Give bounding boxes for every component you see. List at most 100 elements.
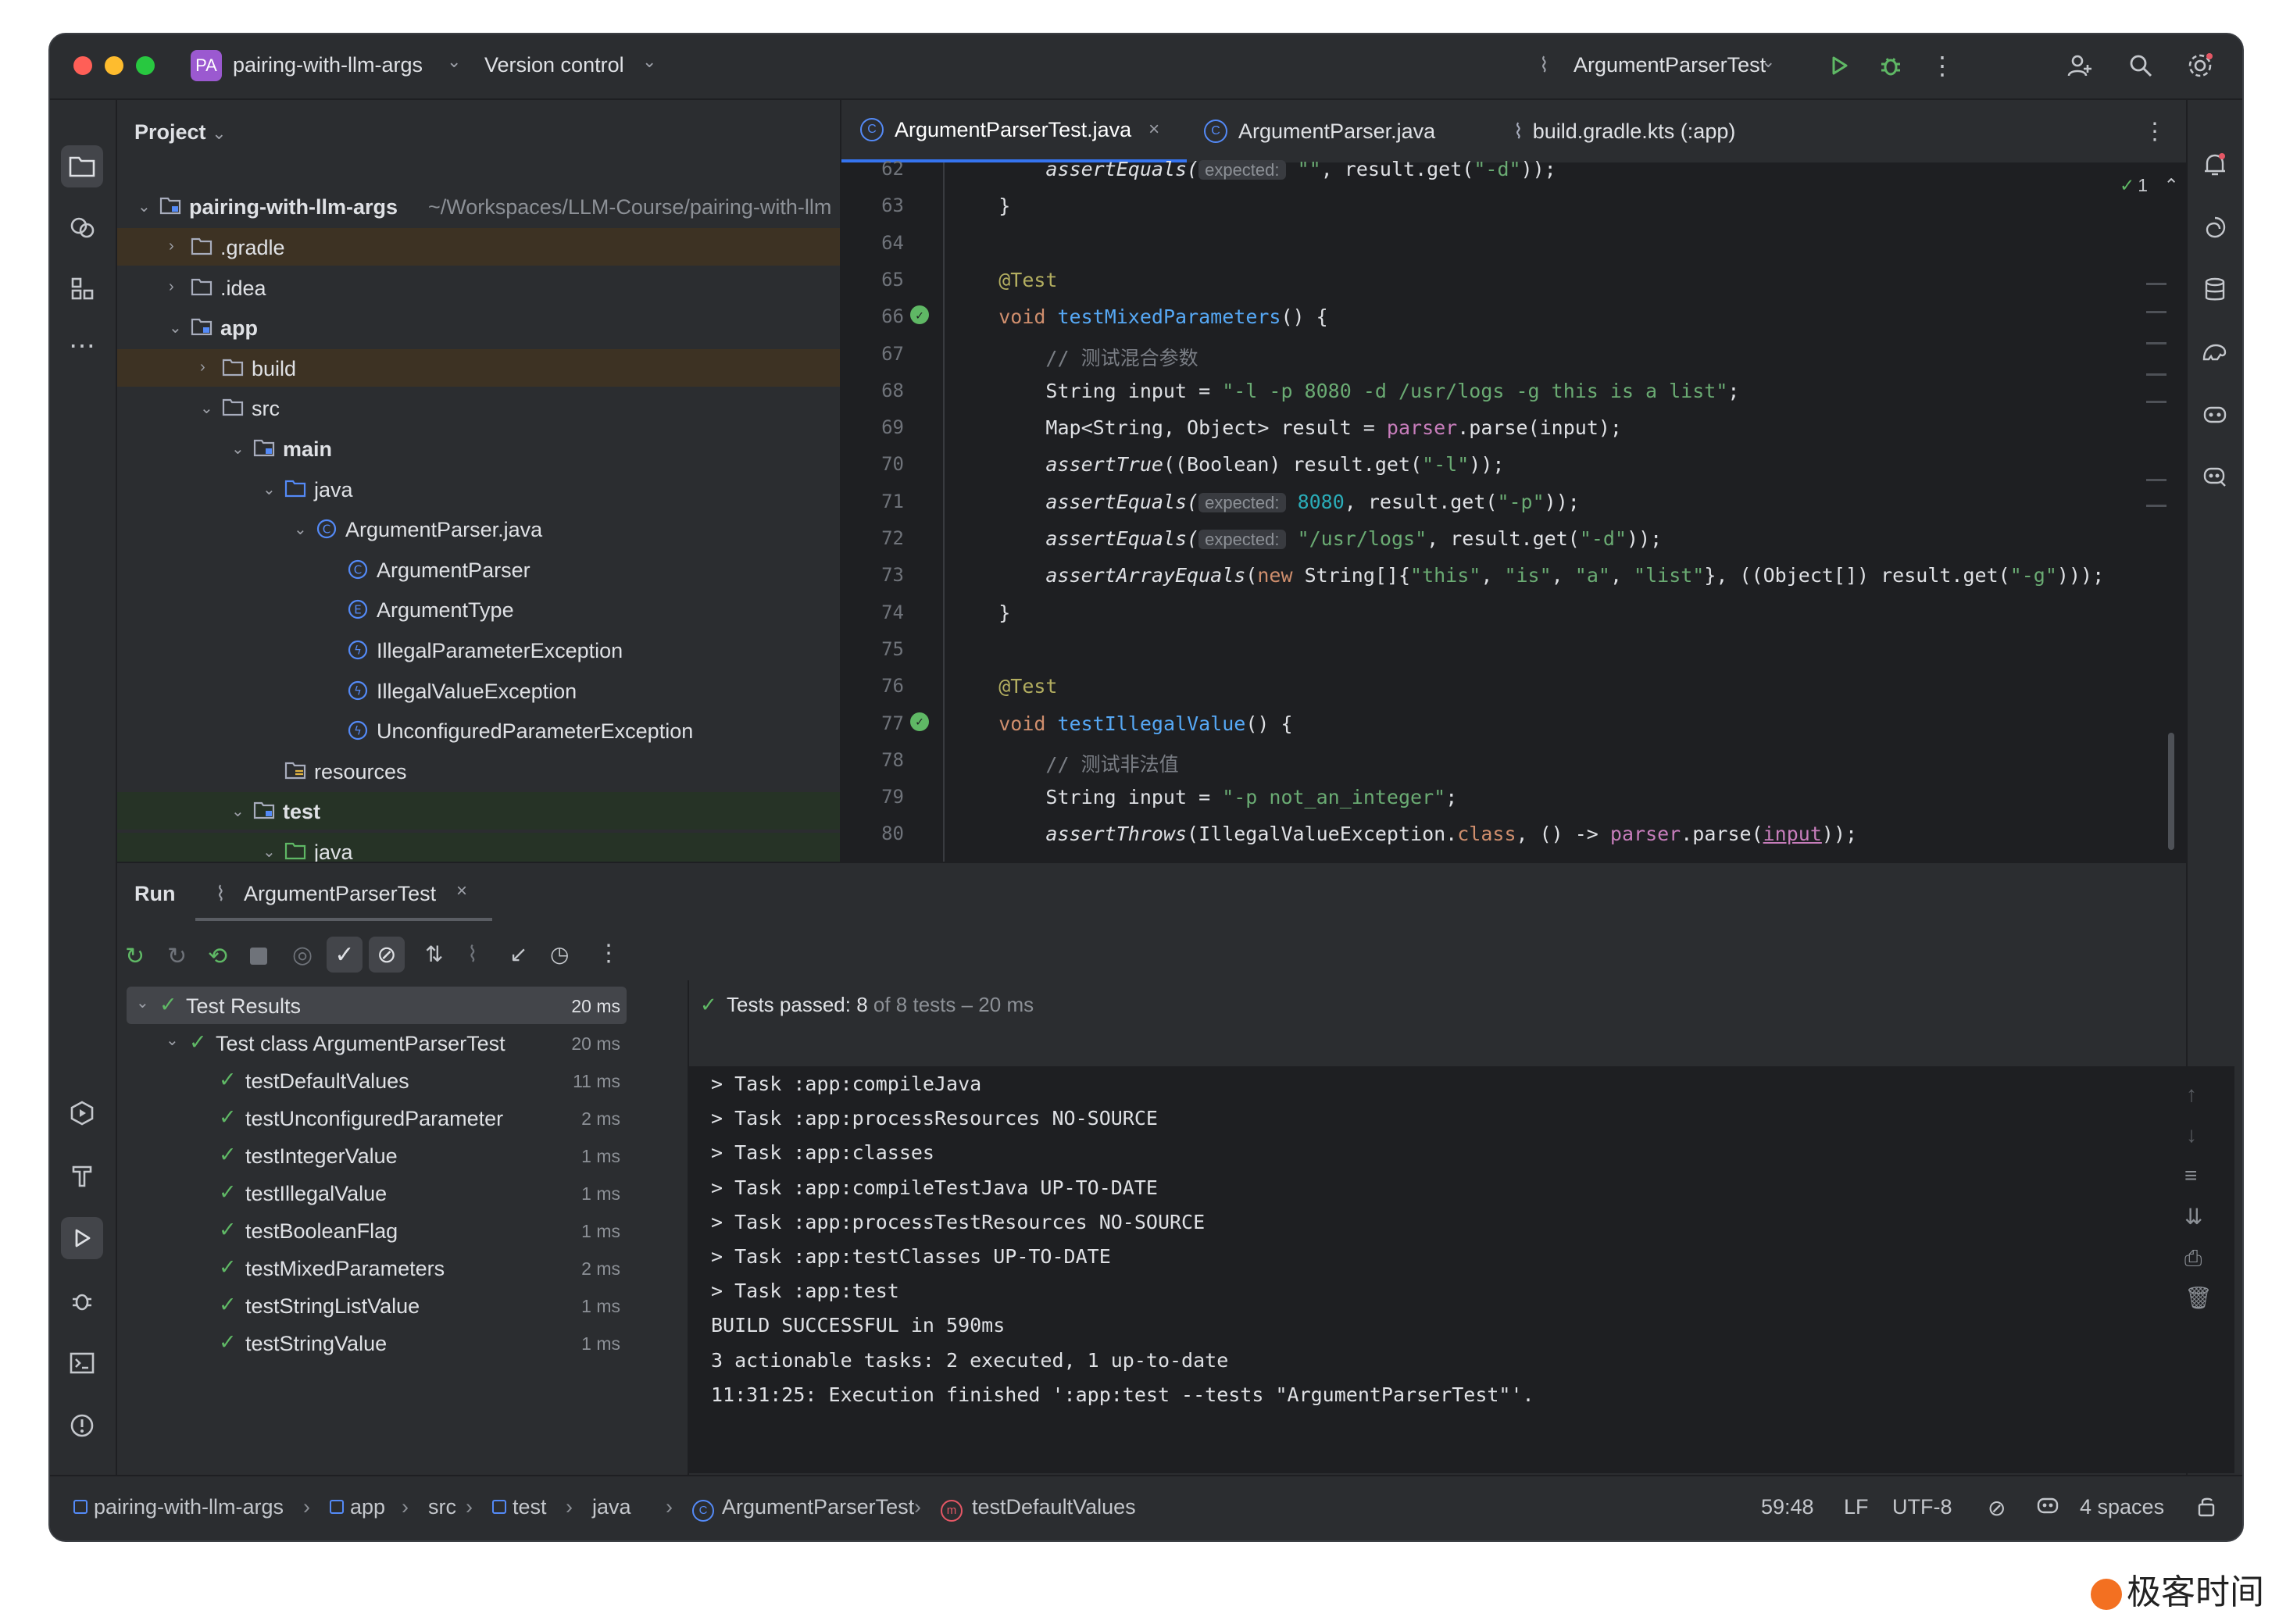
test-item-row[interactable]: ✓ testStringValue 1 ms — [127, 1324, 627, 1362]
add-user-icon[interactable] — [2064, 50, 2095, 81]
code-line[interactable]: 71 assertEquals(expected: 8080, result.g… — [841, 484, 2186, 519]
close-tab-icon[interactable]: × — [1148, 119, 1159, 141]
minimize-window-button[interactable] — [105, 56, 123, 75]
code-line[interactable]: 64 — [841, 226, 2186, 260]
code-line[interactable]: 76 @Test — [841, 669, 2186, 703]
code-line[interactable]: 66 ✓ void testMixedParameters() { — [841, 299, 2186, 334]
tree-item-folder-build[interactable]: › build — [117, 348, 840, 387]
more-options-icon[interactable]: ⋮ — [597, 940, 620, 967]
code-line[interactable]: 62 assertEquals(expected: "", result.get… — [841, 152, 2186, 186]
run-test-gutter-icon[interactable]: ✓ — [910, 305, 929, 325]
show-passed-icon[interactable]: ✓ — [327, 937, 363, 973]
copilot-chat-icon[interactable] — [2194, 455, 2236, 497]
tree-item-folder-src[interactable]: ⌄ src — [117, 389, 840, 427]
toggle-auto-test-icon[interactable]: ⟲ — [208, 943, 227, 970]
rerun-failed-icon[interactable]: ↻ — [167, 943, 187, 970]
import-tests-icon[interactable]: ⌇ — [467, 941, 478, 967]
run-icon[interactable] — [1824, 50, 1855, 81]
chevron-down-icon[interactable]: ⌄ — [169, 318, 184, 337]
test-item-row[interactable]: ✓ testDefaultValues 11 ms — [127, 1062, 627, 1099]
vcs-widget[interactable]: Version control ⌄ — [484, 48, 664, 84]
tree-root[interactable]: ⌄ pairing-with-llm-args ~/Workspaces/LLM… — [117, 187, 840, 225]
code-line[interactable]: 69 Map<String, Object> result = parser.p… — [841, 410, 2186, 444]
code-area[interactable]: 62 assertEquals(expected: "", result.get… — [841, 158, 2186, 862]
code-line[interactable]: 68 String input = "-l -p 8080 -d /usr/lo… — [841, 373, 2186, 408]
show-ignored-icon[interactable]: ◎ — [292, 941, 313, 969]
copilot-icon[interactable] — [2194, 392, 2236, 434]
more-tools-icon[interactable]: ⋯ — [61, 325, 103, 367]
tree-item-folder-java[interactable]: ⌄ java — [117, 470, 840, 508]
chevron-down-icon[interactable]: ⌄ — [231, 439, 247, 458]
notifications-icon[interactable] — [2194, 144, 2236, 186]
test-item-row[interactable]: ✓ testStringListValue 1 ms — [127, 1287, 627, 1324]
code-line[interactable]: 78 // 测试非法值 — [841, 743, 2186, 777]
lock-icon[interactable] — [2197, 1495, 2217, 1522]
file-encoding[interactable]: UTF-8 — [1892, 1495, 1952, 1519]
tree-item-file-argumentparser-java[interactable]: ⌄ C ArgumentParser.java — [117, 510, 840, 548]
chevron-down-icon[interactable]: ⌄ — [294, 519, 309, 538]
chevron-down-icon[interactable]: ⌄ — [263, 480, 278, 498]
error-stripe-mark[interactable] — [2146, 283, 2166, 285]
tree-item-enum-argumenttype[interactable]: E ArgumentType — [117, 591, 840, 628]
arrow-down-icon[interactable]: ↓ — [2186, 1123, 2197, 1148]
code-line[interactable]: 70 assertTrue((Boolean) result.get("-l")… — [841, 447, 2186, 481]
line-separator[interactable]: LF — [1844, 1495, 1869, 1519]
test-item-row[interactable]: ✓ testBooleanFlag 1 ms — [127, 1212, 627, 1249]
breadcrumb-item[interactable]: test — [492, 1495, 547, 1519]
history-icon[interactable]: ◷ — [550, 941, 569, 967]
test-item-row[interactable]: ✓ testUnconfiguredParameter 2 ms — [127, 1099, 627, 1137]
code-line[interactable]: 77 ✓ void testIllegalValue() { — [841, 706, 2186, 741]
chevron-right-icon[interactable]: › — [169, 278, 184, 295]
sort-icon[interactable]: ⇅ — [425, 941, 443, 967]
tree-item-class-illegalvalueexception[interactable]: ϟ IllegalValueException — [117, 672, 840, 709]
scroll-to-end-icon[interactable]: ⇊ — [2184, 1204, 2202, 1230]
run-tool-icon[interactable] — [61, 1217, 103, 1259]
code-line[interactable]: 80 assertThrows(IllegalValueException.cl… — [841, 816, 2186, 851]
trash-icon[interactable]: 🗑 — [2184, 1285, 2213, 1311]
rerun-icon[interactable]: ↻ — [125, 943, 145, 970]
error-stripe-mark[interactable] — [2146, 505, 2166, 507]
test-item-row[interactable]: ✓ testIllegalValue 1 ms — [127, 1174, 627, 1212]
tree-item-folder-idea[interactable]: › .idea — [117, 269, 840, 306]
debug-icon[interactable] — [1875, 50, 1906, 81]
print-icon[interactable]: ⎙ — [2184, 1246, 2202, 1272]
error-stripe-mark[interactable] — [2146, 479, 2166, 481]
ai-status-icon[interactable]: ⊘ — [1988, 1495, 2006, 1521]
show-ignored-toggle-icon[interactable]: ⊘ — [369, 937, 405, 973]
database-icon[interactable] — [2194, 269, 2236, 311]
tree-item-folder-gradle[interactable]: › .gradle — [117, 228, 840, 266]
tree-item-class-illegalparameterexception[interactable]: ϟ IllegalParameterException — [117, 631, 840, 669]
zoom-window-button[interactable] — [136, 56, 155, 75]
settings-icon[interactable] — [2184, 50, 2216, 81]
copilot-status-icon[interactable] — [2036, 1495, 2059, 1521]
indent-setting[interactable]: 4 spaces — [2080, 1495, 2164, 1519]
tree-item-folder-resources[interactable]: resources — [117, 752, 840, 790]
more-actions-icon[interactable]: ⋮ — [1927, 50, 1958, 81]
arrow-up-icon[interactable]: ↑ — [2186, 1082, 2197, 1107]
code-line[interactable]: 65 @Test — [841, 262, 2186, 297]
chevron-down-icon[interactable]: ⌄ — [200, 398, 216, 417]
breadcrumb-item[interactable]: pairing-with-llm-args — [73, 1495, 284, 1519]
close-window-button[interactable] — [73, 56, 92, 75]
tree-item-class-argumentparser[interactable]: C ArgumentParser — [117, 551, 840, 588]
tree-item-folder-app[interactable]: ⌄ app — [117, 309, 840, 346]
code-line[interactable]: 79 String input = "-p not_an_integer"; — [841, 780, 2186, 814]
ai-assistant-tool-icon[interactable] — [61, 206, 103, 248]
services-tool-icon[interactable] — [61, 1092, 103, 1134]
search-icon[interactable] — [2125, 50, 2156, 81]
test-item-row[interactable]: ✓ testMixedParameters 2 ms — [127, 1249, 627, 1287]
code-line[interactable]: 67 // 测试混合参数 — [841, 337, 2186, 371]
error-stripe-mark[interactable] — [2146, 401, 2166, 403]
test-results-row[interactable]: ⌄ ✓ Test Results 20 ms — [127, 987, 627, 1024]
test-item-row[interactable]: ✓ testIntegerValue 1 ms — [127, 1137, 627, 1174]
run-config-widget[interactable]: ⌇ ArgumentParserTest ⌄ — [1539, 48, 1789, 84]
tree-item-folder-test-java[interactable]: ⌄ java — [117, 833, 840, 862]
code-line[interactable]: 75 — [841, 632, 2186, 666]
ai-chat-icon[interactable] — [2194, 206, 2236, 248]
breadcrumb-item[interactable]: C ArgumentParserTest — [692, 1495, 914, 1522]
error-stripe-mark[interactable] — [2146, 373, 2166, 376]
code-line[interactable]: 73 assertArrayEquals(new String[]{"this"… — [841, 558, 2186, 592]
build-tool-icon[interactable] — [61, 1155, 103, 1197]
run-tab[interactable]: ⌇ ArgumentParserTest × — [195, 873, 492, 921]
tree-item-class-unconfiguredparameterexception[interactable]: ϟ UnconfiguredParameterException — [117, 712, 840, 749]
